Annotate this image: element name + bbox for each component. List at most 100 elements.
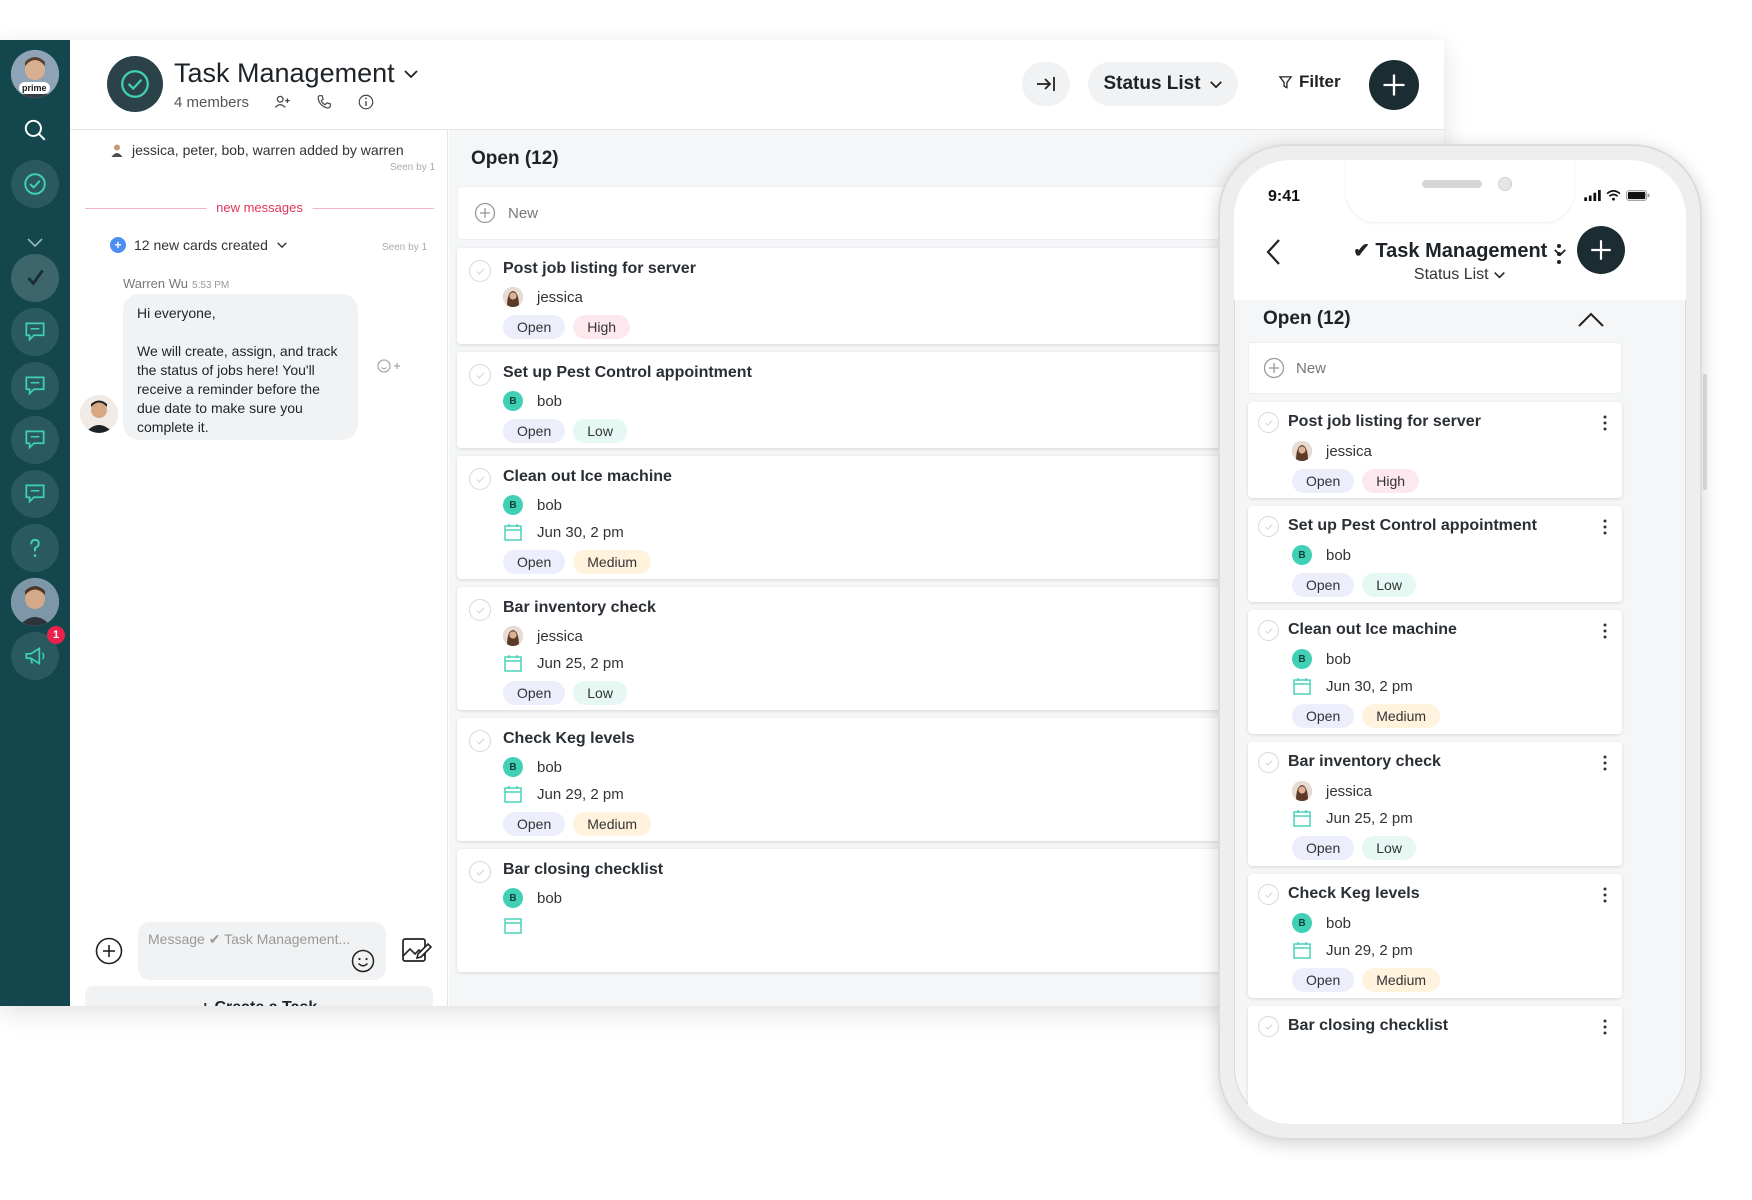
announcements-button[interactable]: 1 [11, 626, 65, 680]
priority-tag[interactable]: Low [1362, 573, 1416, 597]
attach-plus-icon[interactable] [94, 936, 124, 966]
complete-checkbox[interactable] [469, 260, 491, 282]
phone-add-task-button[interactable] [1577, 226, 1625, 274]
status-tag[interactable]: Open [1292, 968, 1355, 992]
priority-tag[interactable]: Medium [1362, 704, 1441, 728]
priority-tag[interactable]: Medium [573, 550, 652, 574]
add-task-button[interactable] [1369, 60, 1419, 110]
status-tag[interactable]: Open [1292, 836, 1355, 860]
phone-task-card[interactable]: Set up Pest Control appointment Bbob Ope… [1248, 506, 1622, 602]
complete-checkbox[interactable] [469, 730, 491, 752]
phone-task-card[interactable]: Bar inventory check jessica Jun 25, 2 pm… [1248, 742, 1622, 866]
status-tag[interactable]: Open [503, 812, 566, 836]
more-vertical-icon[interactable] [1602, 1018, 1608, 1036]
channel-title[interactable]: Task Management [174, 58, 419, 89]
more-vertical-icon[interactable] [1554, 242, 1564, 266]
info-icon[interactable] [357, 93, 375, 111]
task-card[interactable]: Bar closing checklist Bbob [457, 849, 1277, 972]
assignee-name: bob [537, 889, 563, 907]
message-time: 5:53 PM [192, 280, 230, 291]
tasks-button[interactable] [11, 160, 59, 208]
chevron-down-icon[interactable] [25, 236, 45, 248]
task-card[interactable]: Clean out Ice machine Bbob Jun 30, 2 pm … [457, 456, 1277, 579]
message-input[interactable]: Message ✔ Task Management... [138, 922, 386, 980]
filter-button[interactable]: Filter [1278, 72, 1341, 92]
priority-tag[interactable]: High [573, 315, 631, 339]
phone-icon[interactable] [315, 93, 333, 111]
task-card[interactable]: Bar inventory check jessica Jun 25, 2 pm… [457, 587, 1277, 710]
phone-task-card[interactable]: Clean out Ice machine Bbob Jun 30, 2 pm … [1248, 610, 1622, 734]
emoji-icon[interactable] [350, 948, 376, 974]
channel-header: Task Management 4 members Status List Fi… [70, 40, 1444, 130]
contact-avatar[interactable] [11, 578, 59, 626]
task-tags: Open Medium [503, 550, 652, 574]
priority-tag[interactable]: Medium [1362, 968, 1441, 992]
complete-checkbox[interactable] [1258, 1016, 1279, 1037]
task-assignee: Bbob [503, 495, 562, 515]
more-vertical-icon[interactable] [1602, 622, 1608, 640]
status-tag[interactable]: Open [1292, 704, 1355, 728]
complete-checkbox[interactable] [1258, 884, 1279, 905]
complete-checkbox[interactable] [469, 599, 491, 621]
status-list-button[interactable]: Status List [1088, 62, 1238, 106]
chevron-up-icon[interactable] [1576, 308, 1606, 330]
create-task-button[interactable]: + Create a Task [85, 986, 433, 1006]
priority-tag[interactable]: Low [1362, 836, 1416, 860]
help-button[interactable] [11, 524, 59, 572]
search-button[interactable] [11, 106, 59, 154]
complete-checkbox[interactable] [469, 861, 491, 883]
task-card[interactable]: Post job listing for server jessica Open… [457, 248, 1277, 344]
priority-tag[interactable]: Low [573, 681, 627, 705]
collapse-panel-button[interactable] [1022, 62, 1070, 106]
add-member-icon[interactable] [273, 93, 291, 111]
chevron-down-icon [403, 69, 418, 78]
chevron-down-icon [1209, 80, 1222, 88]
complete-checkbox[interactable] [1258, 752, 1279, 773]
phone-task-card[interactable]: Bar closing checklist [1248, 1006, 1622, 1124]
chat-channel-3[interactable] [11, 416, 59, 464]
more-vertical-icon[interactable] [1602, 886, 1608, 904]
priority-tag[interactable]: Low [573, 419, 627, 443]
initial-avatar: B [503, 888, 523, 908]
check-icon [1264, 759, 1273, 766]
status-tag[interactable]: Open [1292, 469, 1355, 493]
calendar-icon [504, 655, 522, 672]
complete-checkbox[interactable] [469, 468, 491, 490]
complete-checkbox[interactable] [1258, 516, 1279, 537]
complete-checkbox[interactable] [1258, 620, 1279, 641]
status-tag[interactable]: Open [503, 550, 566, 574]
chat-channel-4[interactable] [11, 470, 59, 518]
complete-checkbox[interactable] [1258, 412, 1279, 433]
status-tag[interactable]: Open [503, 681, 566, 705]
status-tag[interactable]: Open [503, 315, 566, 339]
author-avatar[interactable] [80, 395, 118, 433]
assignee-name: bob [1326, 650, 1352, 668]
more-vertical-icon[interactable] [1602, 754, 1608, 772]
task-card[interactable]: Set up Pest Control appointment Bbob Ope… [457, 352, 1277, 448]
status-tag[interactable]: Open [1292, 573, 1355, 597]
status-tag[interactable]: Open [503, 419, 566, 443]
phone-task-card[interactable]: Post job listing for server jessica Open… [1248, 402, 1622, 498]
chat-channel-2[interactable] [11, 362, 59, 410]
add-reaction-icon[interactable] [376, 358, 402, 377]
image-edit-icon[interactable] [400, 934, 432, 966]
task-management-channel[interactable] [11, 254, 59, 302]
cards-created-notice[interactable]: + 12 new cards created [110, 237, 288, 253]
phone-task-card[interactable]: Check Keg levels Bbob Jun 29, 2 pm Open M… [1248, 874, 1622, 998]
channel-meta: 4 members [174, 93, 375, 111]
phone-new-task-row[interactable]: New [1248, 342, 1622, 394]
task-title: Post job listing for server [1288, 413, 1481, 430]
new-task-row[interactable]: New [457, 186, 1277, 240]
member-count[interactable]: 4 members [174, 94, 249, 111]
more-vertical-icon[interactable] [1602, 414, 1608, 432]
user-avatar[interactable]: prime [11, 50, 59, 98]
more-vertical-icon[interactable] [1602, 518, 1608, 536]
priority-tag[interactable]: High [1362, 469, 1420, 493]
task-due-date: Jun 30, 2 pm [503, 522, 624, 542]
priority-tag[interactable]: Medium [573, 812, 652, 836]
chat-channel-1[interactable] [11, 308, 59, 356]
task-card[interactable]: Check Keg levels Bbob Jun 29, 2 pm Open M… [457, 718, 1277, 841]
new-messages-divider: new messages [85, 200, 434, 215]
phone-status-list[interactable]: Status List [1234, 266, 1686, 284]
complete-checkbox[interactable] [469, 364, 491, 386]
